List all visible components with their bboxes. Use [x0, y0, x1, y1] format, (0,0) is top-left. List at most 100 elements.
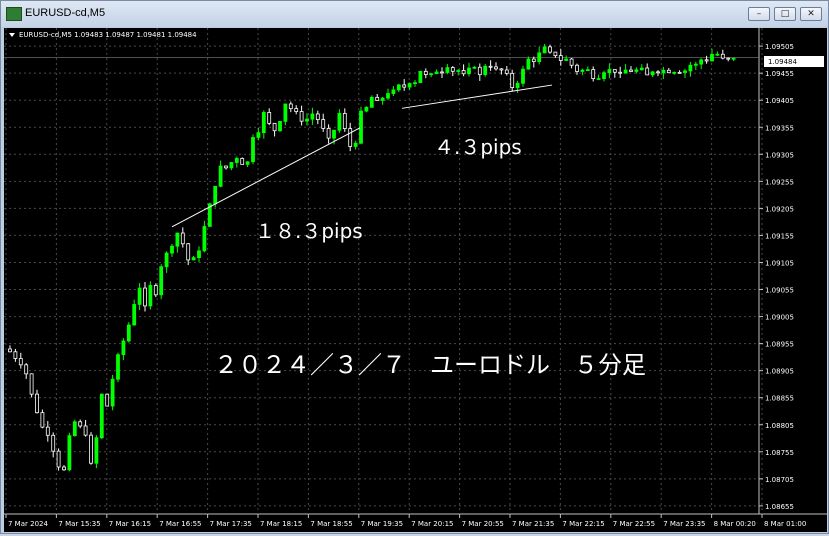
close-button[interactable]: ✕	[800, 7, 822, 21]
candle-body	[548, 46, 552, 53]
time-tick-label: 7 Mar 17:35	[210, 520, 252, 528]
candle-body	[456, 70, 461, 72]
candle-body	[602, 72, 606, 79]
candle-body	[256, 132, 261, 138]
candle-body	[731, 57, 736, 60]
candle-body	[461, 70, 466, 75]
title-bar[interactable]: EURUSD-cd,M5 – □ ✕	[1, 1, 828, 27]
candle-body	[153, 285, 158, 296]
time-tick-label: 7 Mar 23:35	[663, 520, 705, 528]
candle-body	[78, 421, 83, 427]
candle-body	[510, 72, 515, 88]
candle-body	[35, 393, 39, 414]
price-scale[interactable]: 1.09505 1.09455 1.09405 1.09355 1.09305 1.092…	[759, 43, 794, 511]
candle-body	[8, 348, 12, 353]
candles	[8, 43, 736, 472]
candle-body	[56, 450, 61, 468]
price-tick-label: 1.09405	[765, 97, 794, 105]
candle-body	[639, 67, 644, 71]
candle-body	[110, 378, 115, 407]
candle-body	[305, 118, 309, 122]
price-tick-label: 1.09505	[765, 43, 794, 51]
candle-body	[564, 58, 569, 61]
candle-body	[288, 103, 293, 110]
candle-body	[202, 226, 207, 252]
candle-body	[569, 58, 574, 66]
candle-body	[434, 71, 439, 75]
candle-body	[353, 142, 358, 147]
candle-body	[391, 89, 396, 94]
price-tick-label: 1.09005	[765, 314, 794, 322]
chart-area[interactable]: 1.09505 1.09455 1.09405 1.09355 1.09305 1.092…	[4, 28, 827, 532]
candle-body	[386, 93, 390, 99]
price-tick-label: 1.08805	[765, 422, 794, 430]
chart-info-label: EURUSD-cd,M5 1.09483 1.09487 1.09481 1.0…	[19, 31, 197, 39]
candle-body	[585, 69, 590, 71]
trendline[interactable]	[401, 84, 553, 109]
time-tick-label: 7 Mar 18:55	[310, 520, 352, 528]
candle-body	[558, 55, 563, 61]
candle-body	[656, 71, 660, 74]
trendline[interactable]	[171, 127, 361, 228]
candle-body	[175, 232, 180, 247]
candle-body	[261, 112, 266, 134]
candle-body	[180, 232, 185, 245]
candle-body	[672, 71, 677, 74]
candle-body	[407, 83, 412, 88]
price-tick-label: 1.08655	[765, 503, 794, 511]
candle-body	[148, 285, 153, 307]
price-tick-label: 1.08705	[765, 476, 794, 484]
time-tick-label: 7 Mar 2024	[8, 520, 48, 528]
candle-body	[186, 243, 191, 261]
candle-body	[423, 70, 428, 75]
current-price-label: 1.09484	[768, 58, 797, 66]
price-tick-label: 1.09255	[765, 178, 794, 186]
candle-body	[418, 70, 423, 84]
candle-body	[494, 66, 498, 70]
candle-body	[159, 266, 164, 296]
candle-body	[467, 67, 471, 75]
candle-body	[499, 68, 504, 71]
candle-body	[51, 434, 56, 452]
time-tick-label: 7 Mar 20:55	[462, 520, 504, 528]
candlestick-chart[interactable]: 1.09505 1.09455 1.09405 1.09355 1.09305 1.092…	[4, 28, 827, 532]
candle-body	[575, 64, 579, 72]
maximize-button[interactable]: □	[774, 7, 796, 21]
time-scale[interactable]: 7 Mar 2024 7 Mar 15:35 7 Mar 16:15 7 Mar 16…	[5, 514, 806, 528]
symbol-menu-icon[interactable]	[9, 33, 15, 37]
candle-body	[278, 120, 282, 132]
candle-body	[488, 65, 493, 68]
candle-body	[537, 52, 542, 62]
window-title: EURUSD-cd,M5	[25, 7, 106, 19]
candle-body	[218, 165, 223, 187]
candle-body	[726, 57, 731, 60]
candle-body	[321, 119, 326, 129]
candle-body	[240, 158, 245, 165]
candle-body	[440, 71, 444, 74]
candle-body	[94, 437, 99, 464]
candle-body	[62, 466, 66, 471]
time-tick-label: 7 Mar 18:15	[260, 520, 302, 528]
candle-body	[483, 65, 488, 76]
candle-body	[213, 185, 218, 205]
candle-body	[272, 122, 277, 132]
candle-body	[369, 96, 374, 108]
candle-body	[396, 84, 401, 91]
candle-body	[143, 287, 147, 307]
candle-body	[24, 364, 29, 375]
candle-body	[618, 71, 623, 74]
price-tick-label: 1.09305	[765, 151, 794, 159]
candle-body	[472, 66, 477, 69]
price-tick-label: 1.09355	[765, 124, 794, 132]
candle-body	[429, 73, 434, 76]
price-tick-label: 1.09205	[765, 205, 794, 213]
candle-body	[40, 412, 45, 428]
candle-body	[132, 304, 137, 326]
candle-body	[359, 110, 363, 144]
candle-body	[612, 69, 617, 73]
candle-body	[650, 71, 655, 76]
candle-body	[197, 250, 201, 259]
minimize-button[interactable]: –	[748, 7, 770, 21]
candle-body	[234, 158, 239, 163]
candle-body	[326, 128, 331, 139]
